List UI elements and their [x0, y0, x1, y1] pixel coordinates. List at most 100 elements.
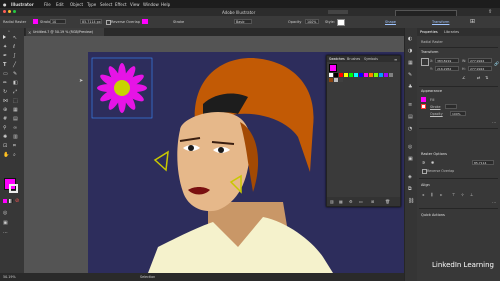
scale-tool-icon[interactable]: ⤢: [13, 89, 19, 95]
workspace-switcher[interactable]: [328, 10, 348, 14]
swatch-magenta[interactable]: [364, 73, 368, 77]
eyedropper-tool-icon[interactable]: ⚲: [3, 125, 9, 131]
swatch-silver[interactable]: [334, 78, 338, 82]
radial-type-icon[interactable]: ✲: [422, 160, 425, 165]
swatch-green[interactable]: [349, 73, 353, 77]
tab-symbols[interactable]: Symbols: [364, 57, 378, 61]
swatch-options-icon[interactable]: ⚙: [349, 199, 353, 204]
menu-type[interactable]: Type: [87, 2, 96, 7]
swatches-panel-icon[interactable]: ▦: [408, 60, 413, 66]
slice-tool-icon[interactable]: ⌗: [13, 143, 19, 149]
fill-swatch[interactable]: [421, 97, 426, 102]
brushes-panel-icon[interactable]: ✎: [408, 72, 412, 78]
style-swatch[interactable]: [337, 19, 345, 26]
app-name-menu[interactable]: Illustrator: [11, 2, 34, 7]
paintbrush-tool-icon[interactable]: ✎: [13, 71, 19, 77]
edit-toolbar-icon[interactable]: ⋯: [3, 230, 9, 236]
swatch-library-icon[interactable]: ▥: [330, 199, 334, 204]
blend-tool-icon[interactable]: ∞: [13, 125, 19, 131]
y-field[interactable]: 216.2952: [435, 66, 459, 71]
status-mode[interactable]: Selection: [140, 275, 155, 279]
tab-brushes[interactable]: Brushes: [347, 57, 360, 61]
align-center-icon[interactable]: ⫼: [431, 192, 433, 197]
align-more-icon[interactable]: ⋯: [492, 200, 496, 205]
swatch-sky[interactable]: [379, 73, 383, 77]
magic-wand-tool-icon[interactable]: ✦: [3, 44, 9, 50]
align-top-icon[interactable]: ⊤: [452, 192, 455, 197]
doc-tab[interactable]: × Untitled-7 @ 50.19 % (RGB/Preview): [26, 28, 104, 36]
swatch-red[interactable]: [339, 73, 343, 77]
free-transform-tool-icon[interactable]: ⬚: [13, 98, 19, 104]
align-right-icon[interactable]: ⫸: [440, 192, 442, 197]
radial-flower[interactable]: [97, 63, 147, 113]
panel-menu-icon[interactable]: ≡: [394, 57, 397, 62]
menu-effect[interactable]: Effect: [115, 2, 127, 7]
menu-view[interactable]: View: [130, 2, 140, 7]
tab-swatches[interactable]: Swatches: [329, 57, 345, 61]
share-icon[interactable]: ⇪: [488, 9, 492, 15]
menu-window[interactable]: Window: [143, 2, 159, 7]
swatch-white[interactable]: [329, 73, 333, 77]
stroke-weight-field[interactable]: 10: [50, 19, 66, 24]
control-fill-swatch[interactable]: [33, 19, 38, 24]
tab-libraries[interactable]: Libraries: [444, 30, 459, 34]
type-tool-icon[interactable]: T: [3, 62, 9, 68]
active-fill-swatch[interactable]: [329, 64, 337, 72]
symbol-sprayer-tool-icon[interactable]: ✺: [3, 134, 9, 140]
graph-tool-icon[interactable]: ▥: [13, 134, 19, 140]
stroke-panel-icon[interactable]: ≡: [408, 102, 412, 108]
align-icon[interactable]: ⊞: [470, 18, 475, 25]
gradient-tool-icon[interactable]: ▤: [13, 116, 19, 122]
align-bottom-icon[interactable]: ⊥: [470, 192, 473, 197]
curvature-tool-icon[interactable]: ∫: [13, 53, 19, 59]
zoom-level[interactable]: 50.19%: [3, 275, 16, 279]
swatch-brown[interactable]: [329, 78, 333, 82]
rotate-angle-icon[interactable]: ∠: [462, 75, 466, 80]
apple-icon[interactable]: ●: [3, 2, 7, 7]
raster-radius-field[interactable]: 85.7114: [472, 160, 494, 165]
menu-file[interactable]: File: [44, 2, 51, 7]
stroke-weight-input[interactable]: [445, 104, 457, 109]
close-tab-icon[interactable]: ×: [28, 30, 31, 35]
color-guide-icon[interactable]: ◑: [408, 48, 412, 54]
gradient-panel-icon[interactable]: ▤: [408, 114, 413, 120]
stroke-color-box[interactable]: [9, 184, 18, 193]
symbols-panel-icon[interactable]: ♣: [408, 84, 412, 90]
layers-panel-icon[interactable]: ◈: [408, 174, 412, 180]
eraser-tool-icon[interactable]: ◧: [13, 80, 19, 86]
mesh-tool-icon[interactable]: #: [3, 116, 9, 122]
pen-tool-icon[interactable]: ✒: [3, 53, 9, 59]
constrain-proportions-icon[interactable]: 🔗: [494, 61, 499, 66]
direct-selection-tool-icon[interactable]: ↖: [13, 35, 19, 41]
perspective-grid-tool-icon[interactable]: ▦: [13, 107, 19, 113]
flip-vertical-icon[interactable]: ⇅: [485, 75, 488, 80]
hand-tool-icon[interactable]: ✋: [3, 152, 9, 158]
transform-link[interactable]: Transform: [432, 20, 449, 24]
brush-basic-select[interactable]: Basic: [234, 19, 252, 24]
reference-point-icon[interactable]: [421, 58, 429, 66]
color-mode-icon[interactable]: [3, 199, 7, 203]
links-panel-icon[interactable]: ⛓: [408, 198, 414, 204]
swatch-black[interactable]: [334, 73, 338, 77]
radius-field[interactable]: 85.7114 px: [80, 19, 102, 24]
menu-select[interactable]: Select: [100, 2, 112, 7]
maximize-window-icon[interactable]: [13, 10, 16, 13]
line-tool-icon[interactable]: ╱: [13, 62, 19, 68]
x-field[interactable]: 383.8219: [435, 58, 459, 63]
width-tool-icon[interactable]: ⋈: [3, 98, 9, 104]
menu-object[interactable]: Object: [70, 2, 83, 7]
close-window-icon[interactable]: [3, 10, 6, 13]
w-field[interactable]: 277.9924: [468, 58, 492, 63]
show-kinds-icon[interactable]: ▦: [339, 199, 343, 204]
swatch-orange[interactable]: [369, 73, 373, 77]
shape-link[interactable]: Shape: [385, 20, 396, 24]
color-panel-icon[interactable]: ◐: [408, 36, 412, 42]
align-middle-icon[interactable]: ⊹: [461, 192, 464, 197]
rectangle-tool-icon[interactable]: ▭: [3, 71, 9, 77]
fill-color-swatch[interactable]: [142, 19, 148, 24]
h-field[interactable]: 277.9924: [468, 66, 492, 71]
appearance-panel-icon[interactable]: ◎: [408, 144, 412, 150]
opacity-input[interactable]: 100%: [450, 111, 466, 116]
stroke-swatch[interactable]: [421, 104, 426, 109]
delete-swatch-icon[interactable]: 🗑: [385, 199, 390, 204]
